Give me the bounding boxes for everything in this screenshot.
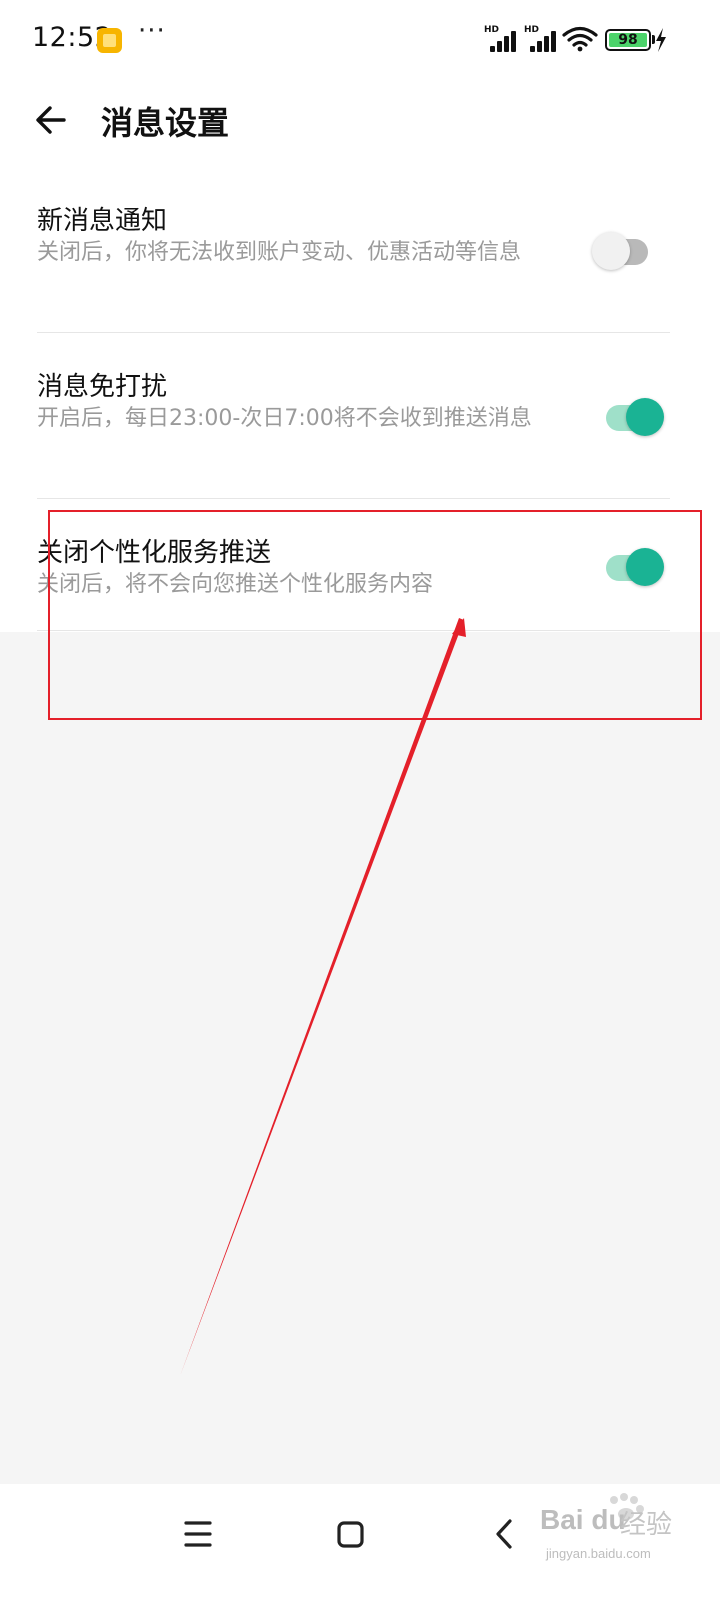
watermark-brand: Bai du (540, 1504, 626, 1535)
setting-do-not-disturb: 消息免打扰 开启后，每日23:00-次日7:00将不会收到推送消息 (37, 362, 670, 482)
new-message-notification-toggle[interactable] (592, 230, 656, 274)
setting-description: 关闭后，将不会向您推送个性化服务内容 (37, 572, 434, 597)
setting-description: 开启后，每日23:00-次日7:00将不会收到推送消息 (37, 406, 532, 431)
more-notifications-icon: ··· (138, 16, 166, 46)
watermark-url: jingyan.baidu.com (546, 1546, 651, 1561)
divider (37, 332, 670, 333)
battery-icon: 98 (605, 29, 651, 51)
setting-title: 新消息通知 (37, 206, 168, 236)
arrow-left-icon (36, 106, 66, 134)
divider (37, 630, 670, 631)
setting-description: 关闭后，你将无法收到账户变动、优惠活动等信息 (37, 240, 522, 265)
status-bar: 12:52 ··· HD HD 98 (0, 0, 720, 80)
signal-icon: HD (484, 25, 518, 52)
battery-level: 98 (618, 32, 638, 48)
setting-new-message-notification: 新消息通知 关闭后，你将无法收到账户变动、优惠活动等信息 (37, 196, 670, 316)
back-chevron-icon[interactable] (474, 1504, 534, 1564)
wifi-icon (562, 26, 598, 52)
signal-icon: HD (524, 25, 558, 52)
charging-bolt-icon (656, 28, 666, 52)
home-icon[interactable] (320, 1504, 380, 1564)
setting-title: 关闭个性化服务推送 (37, 538, 272, 568)
note-app-icon (97, 28, 122, 53)
back-button[interactable] (26, 96, 78, 144)
setting-title: 消息免打扰 (37, 372, 168, 402)
do-not-disturb-toggle[interactable] (606, 396, 666, 440)
divider (37, 498, 670, 499)
page-title: 消息设置 (101, 104, 230, 142)
setting-disable-personalized-push: 关闭个性化服务推送 关闭后，将不会向您推送个性化服务内容 (37, 528, 670, 618)
menu-icon[interactable] (168, 1504, 228, 1564)
watermark-cn: 经验 (620, 1510, 673, 1540)
disable-personalized-push-toggle[interactable] (606, 546, 666, 590)
